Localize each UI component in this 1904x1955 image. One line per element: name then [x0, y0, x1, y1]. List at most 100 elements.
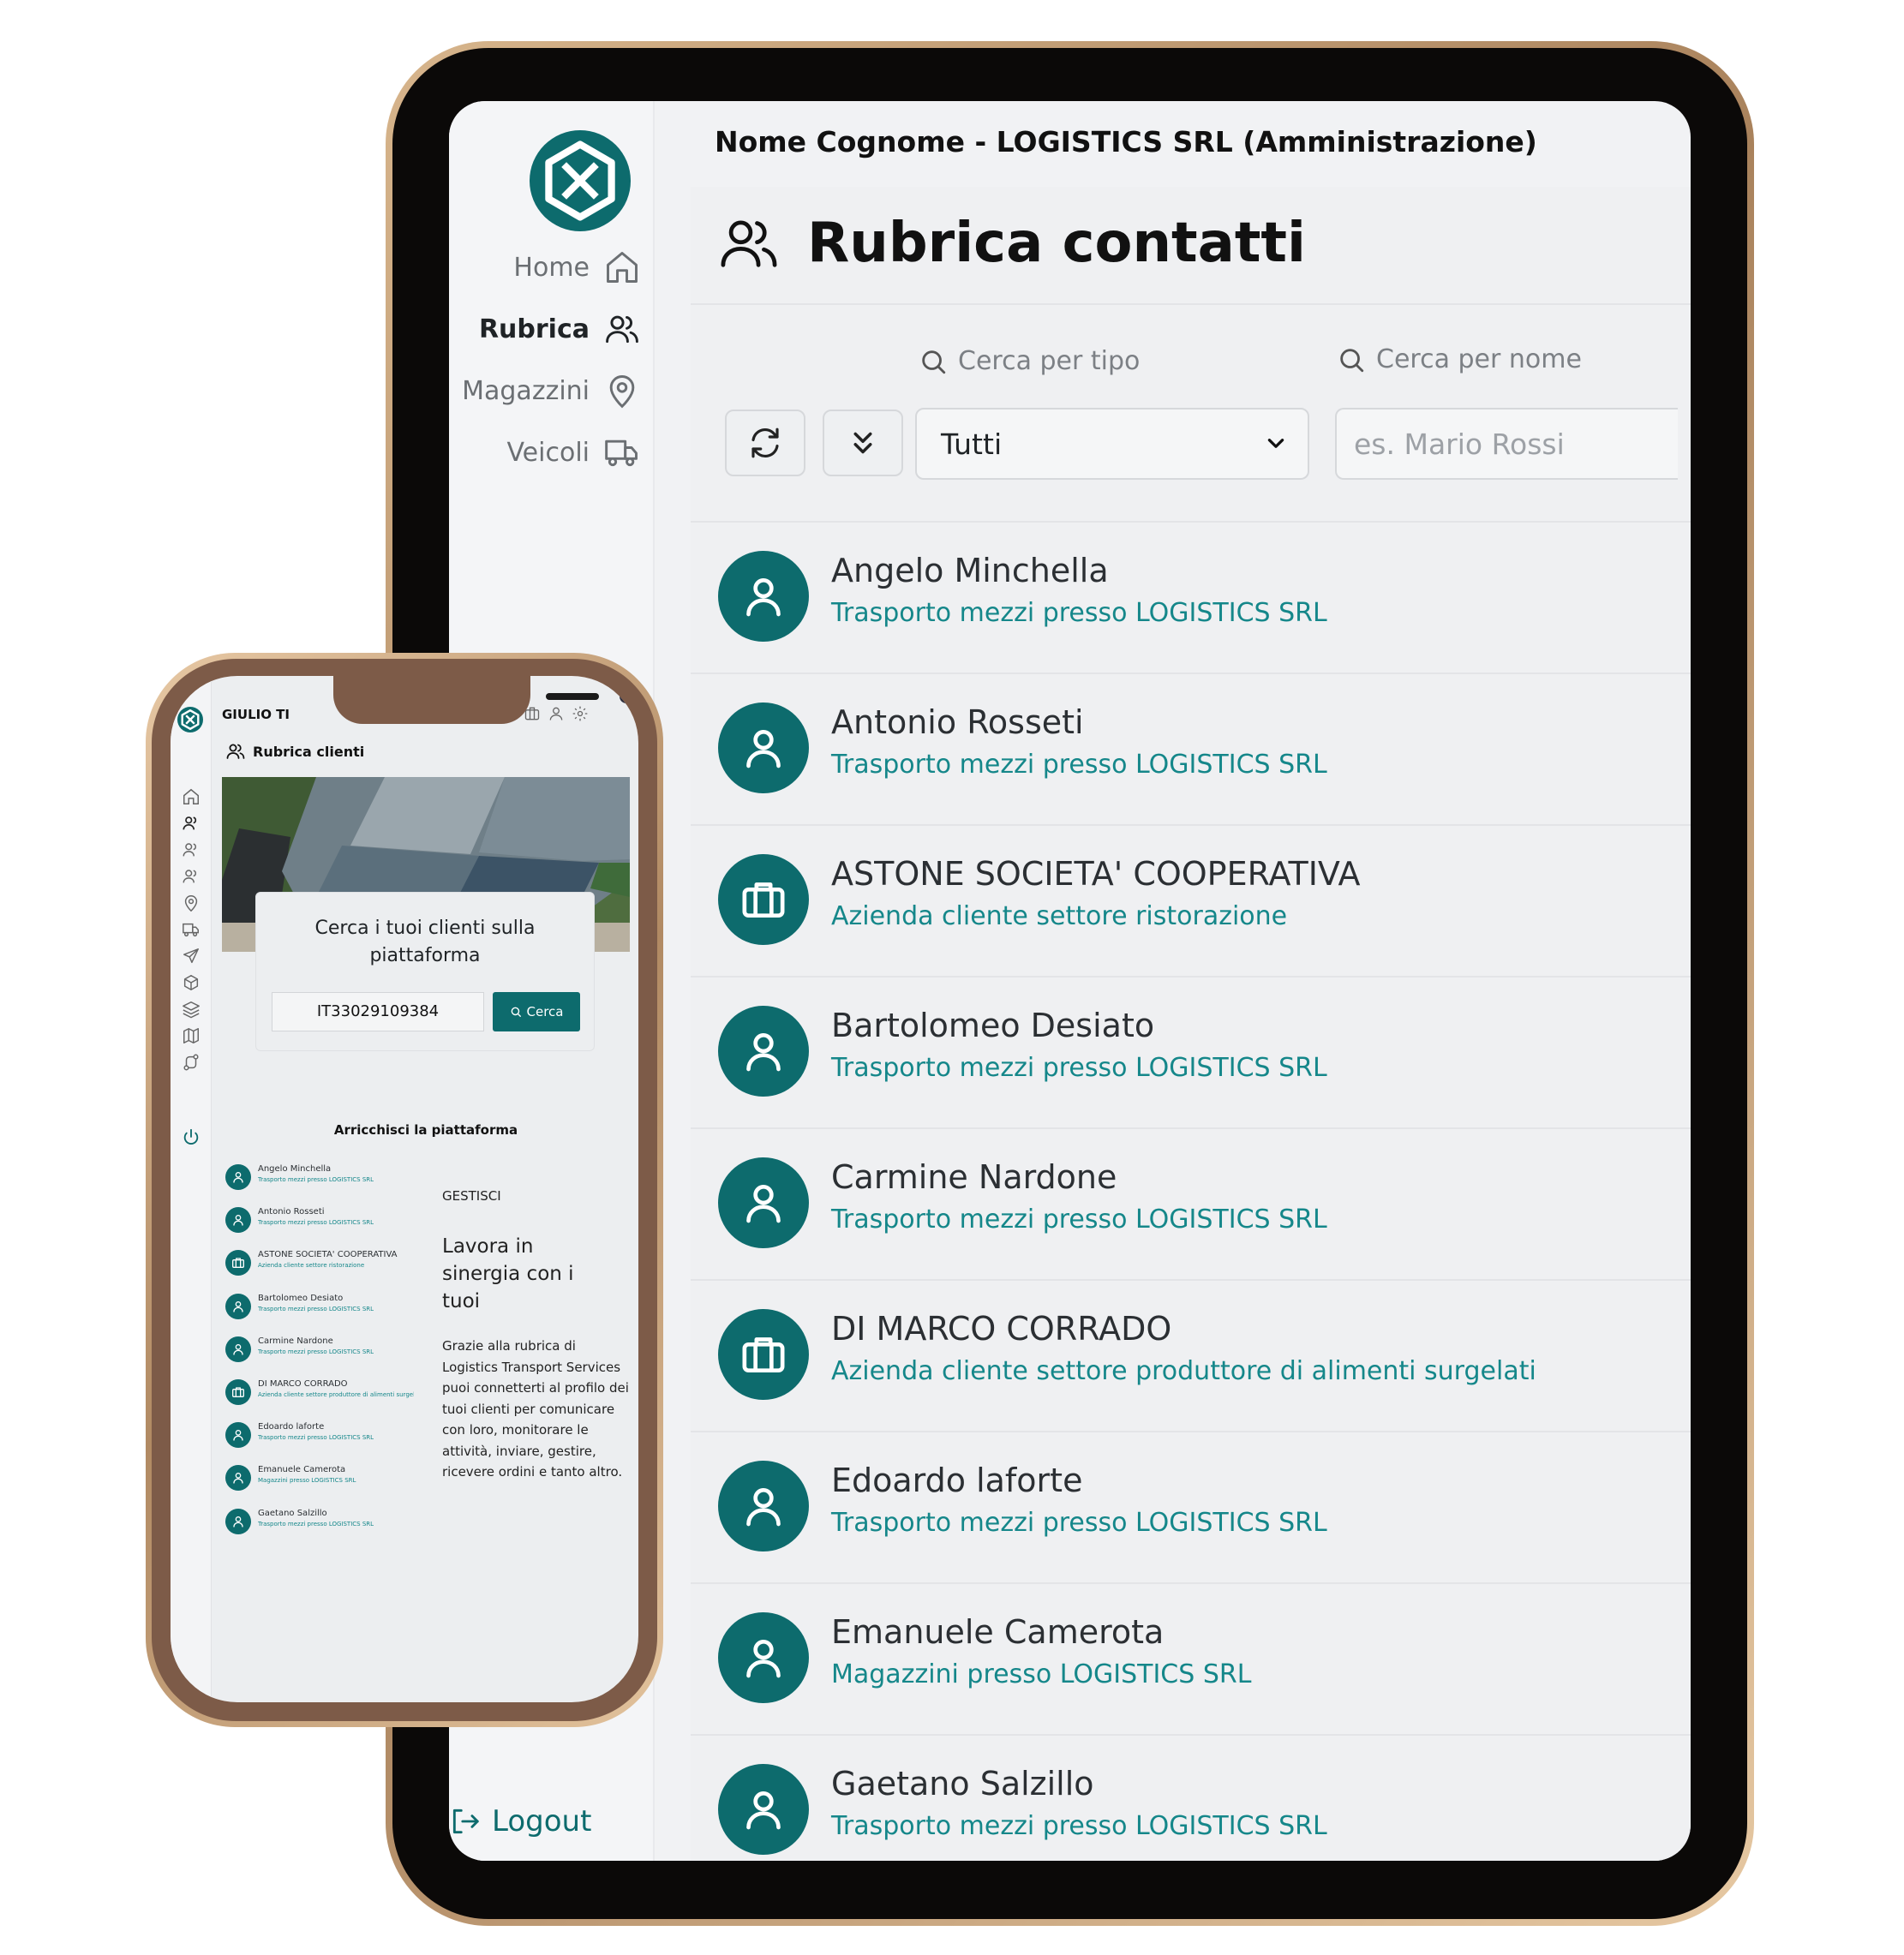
search-card-title: Cerca i tuoi clienti sulla piattaforma — [314, 918, 536, 966]
user-header: GIULIO TI — [222, 707, 290, 722]
user-avatar-icon — [225, 1207, 251, 1234]
list-item[interactable]: Bartolomeo Desiato Trasporto mezzi presso… — [691, 978, 1691, 1129]
search-button[interactable]: Cerca — [493, 992, 580, 1031]
contacts-panel: Rubrica contatti Cerca per tipo Cerca pe… — [691, 187, 1691, 1861]
user-avatar-icon — [225, 1465, 251, 1492]
expand-button[interactable] — [823, 410, 903, 476]
list-item[interactable]: ASTONE SOCIETA' COOPERATIVA Azienda clien… — [691, 826, 1691, 978]
front-camera — [620, 690, 633, 703]
package-icon[interactable] — [182, 973, 201, 992]
list-item[interactable]: DI MARCO CORRADO Azienda cliente settore … — [691, 1281, 1691, 1432]
logout-button[interactable]: Logout — [449, 1804, 591, 1838]
contact-role: Trasporto mezzi presso LOGISTICS SRL — [831, 1508, 1327, 1538]
phone-device: GIULIO TI Rubrica clienti Cerca i tuoi c… — [146, 653, 663, 1727]
send-icon[interactable] — [182, 947, 201, 966]
home-icon[interactable] — [182, 787, 201, 806]
contact-name: Gaetano Salzillo — [258, 1508, 327, 1518]
user-avatar-icon — [718, 1764, 809, 1855]
contact-role: Trasporto mezzi presso LOGISTICS SRL — [831, 1811, 1327, 1841]
contact-list: Angelo Minchella Trasporto mezzi presso L… — [222, 1161, 421, 1548]
list-item[interactable]: Carmine Nardone Trasporto mezzi presso LO… — [222, 1333, 421, 1376]
contact-role: Trasporto mezzi presso LOGISTICS SRL — [258, 1520, 374, 1528]
truck-icon[interactable] — [182, 920, 201, 939]
search-icon — [922, 350, 946, 374]
list-item[interactable]: Gaetano Salzillo Trasporto mezzi presso L… — [222, 1505, 421, 1548]
sidebar-item-label: Magazzini — [462, 375, 590, 406]
contact-role: Azienda cliente settore produttore di al… — [258, 1390, 414, 1398]
sidebar-item-home[interactable]: Home — [513, 248, 641, 286]
sidebar-item-rubrica[interactable]: Rubrica — [479, 310, 641, 348]
contact-role: Trasporto mezzi presso LOGISTICS SRL — [258, 1219, 374, 1227]
user-avatar-icon — [225, 1336, 251, 1362]
user-avatar-icon — [718, 1157, 809, 1248]
contact-name: Bartolomeo Desiato — [258, 1293, 344, 1303]
users-icon[interactable] — [182, 814, 201, 833]
contact-role: Trasporto mezzi presso LOGISTICS SRL — [831, 750, 1327, 780]
page-title-row: Rubrica clienti — [225, 741, 364, 762]
phone-screen: GIULIO TI Rubrica clienti Cerca i tuoi c… — [171, 676, 638, 1702]
list-item[interactable]: Antonio Rosseti Trasporto mezzi presso LO… — [222, 1204, 421, 1247]
contact-name: Edoardo laforte — [258, 1422, 325, 1432]
contact-name: Bartolomeo Desiato — [831, 1007, 1155, 1044]
contact-role: Trasporto mezzi presso LOGISTICS SRL — [258, 1176, 374, 1183]
search-icon — [511, 1007, 521, 1017]
map-pin-icon[interactable] — [182, 894, 201, 912]
contact-name: Angelo Minchella — [258, 1164, 332, 1174]
type-select-value: Tutti — [941, 427, 1003, 461]
user-avatar-icon — [225, 1293, 251, 1319]
name-search-input[interactable] — [1335, 408, 1678, 480]
user-avatar-icon — [225, 1422, 251, 1449]
user-icon[interactable] — [548, 705, 565, 722]
map-pin-icon — [609, 375, 635, 409]
list-item[interactable]: Antonio Rosseti Trasporto mezzi presso LO… — [691, 674, 1691, 826]
list-item[interactable]: ASTONE SOCIETA' COOPERATIVA Azienda clien… — [222, 1247, 421, 1289]
sidebar-item-label: Rubrica — [478, 314, 590, 344]
gear-icon[interactable] — [572, 705, 589, 722]
user-avatar-icon — [225, 1164, 251, 1190]
search-icon — [1340, 348, 1364, 372]
list-item[interactable]: Edoardo laforte Trasporto mezzi presso LO… — [691, 1432, 1691, 1584]
contact-name: Antonio Rosseti — [831, 703, 1084, 741]
list-item[interactable]: Edoardo laforte Trasporto mezzi presso LO… — [222, 1419, 421, 1462]
contact-name: Emanuele Camerota — [831, 1613, 1165, 1651]
contact-role: Trasporto mezzi presso LOGISTICS SRL — [831, 598, 1327, 628]
contact-role: Trasporto mezzi presso LOGISTICS SRL — [258, 1348, 374, 1355]
list-item[interactable]: DI MARCO CORRADO Azienda cliente settore … — [222, 1376, 421, 1419]
list-item[interactable]: Emanuele Camerota Magazzini presso LOGIST… — [222, 1462, 421, 1504]
power-icon[interactable] — [182, 1127, 201, 1146]
gestisci-label: GESTISCI — [442, 1188, 501, 1204]
speaker-grille — [546, 693, 599, 700]
list-item[interactable]: Emanuele Camerota Magazzini presso LOGIST… — [691, 1584, 1691, 1736]
route-icon[interactable] — [182, 1053, 201, 1072]
layers-icon[interactable] — [182, 1000, 201, 1019]
list-item[interactable]: Gaetano Salzillo Trasporto mezzi presso L… — [691, 1736, 1691, 1861]
phone-notch — [333, 676, 633, 724]
contact-name: Gaetano Salzillo — [831, 1765, 1094, 1803]
list-item[interactable]: Bartolomeo Desiato Trasporto mezzi presso… — [222, 1290, 421, 1333]
divider — [691, 303, 1691, 305]
vat-search-input[interactable]: IT33029109384 — [272, 992, 484, 1031]
search-card: Cerca i tuoi clienti sulla piattaforma I… — [255, 892, 595, 1051]
logo-icon[interactable] — [177, 707, 203, 732]
users-icon[interactable] — [182, 867, 201, 886]
users-icon — [606, 315, 638, 344]
list-item[interactable]: Angelo Minchella Trasporto mezzi presso L… — [222, 1161, 421, 1204]
sidebar-item-magazzini[interactable]: Magazzini — [462, 372, 641, 410]
refresh-button[interactable] — [725, 410, 805, 476]
user-avatar-icon — [718, 1612, 809, 1703]
contact-name: Edoardo laforte — [831, 1462, 1083, 1499]
contact-role: Azienda cliente settore produttore di al… — [831, 1356, 1536, 1386]
contact-name: Carmine Nardone — [258, 1336, 333, 1346]
sidebar-item-label: Veicoli — [506, 437, 590, 468]
contact-name: Antonio Rosseti — [258, 1207, 325, 1217]
contact-list: Angelo Minchella Trasporto mezzi presso L… — [691, 521, 1691, 1861]
contact-role: Azienda cliente settore ristorazione — [831, 901, 1288, 931]
logo-icon[interactable] — [530, 130, 631, 231]
sidebar-item-veicoli[interactable]: Veicoli — [506, 433, 641, 471]
map-icon[interactable] — [182, 1026, 201, 1045]
list-item[interactable]: Angelo Minchella Trasporto mezzi presso L… — [691, 523, 1691, 674]
contact-name: Angelo Minchella — [831, 552, 1109, 589]
users-icon[interactable] — [182, 840, 201, 859]
list-item[interactable]: Carmine Nardone Trasporto mezzi presso LO… — [691, 1129, 1691, 1281]
type-select[interactable]: Tutti — [915, 408, 1309, 480]
